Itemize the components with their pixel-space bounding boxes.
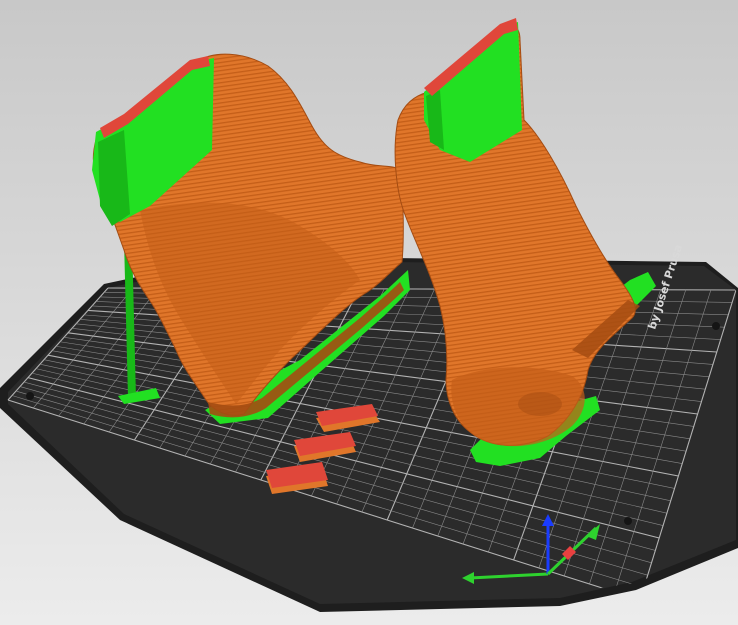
- bed-mount-hole: [26, 392, 34, 400]
- scene-canvas[interactable]: by Josef Prusa: [0, 0, 738, 625]
- bed-mount-hole: [624, 517, 632, 525]
- 3d-viewport[interactable]: by Josef Prusa: [0, 0, 738, 625]
- heel-center: [518, 392, 562, 416]
- bed-mount-hole: [712, 322, 720, 330]
